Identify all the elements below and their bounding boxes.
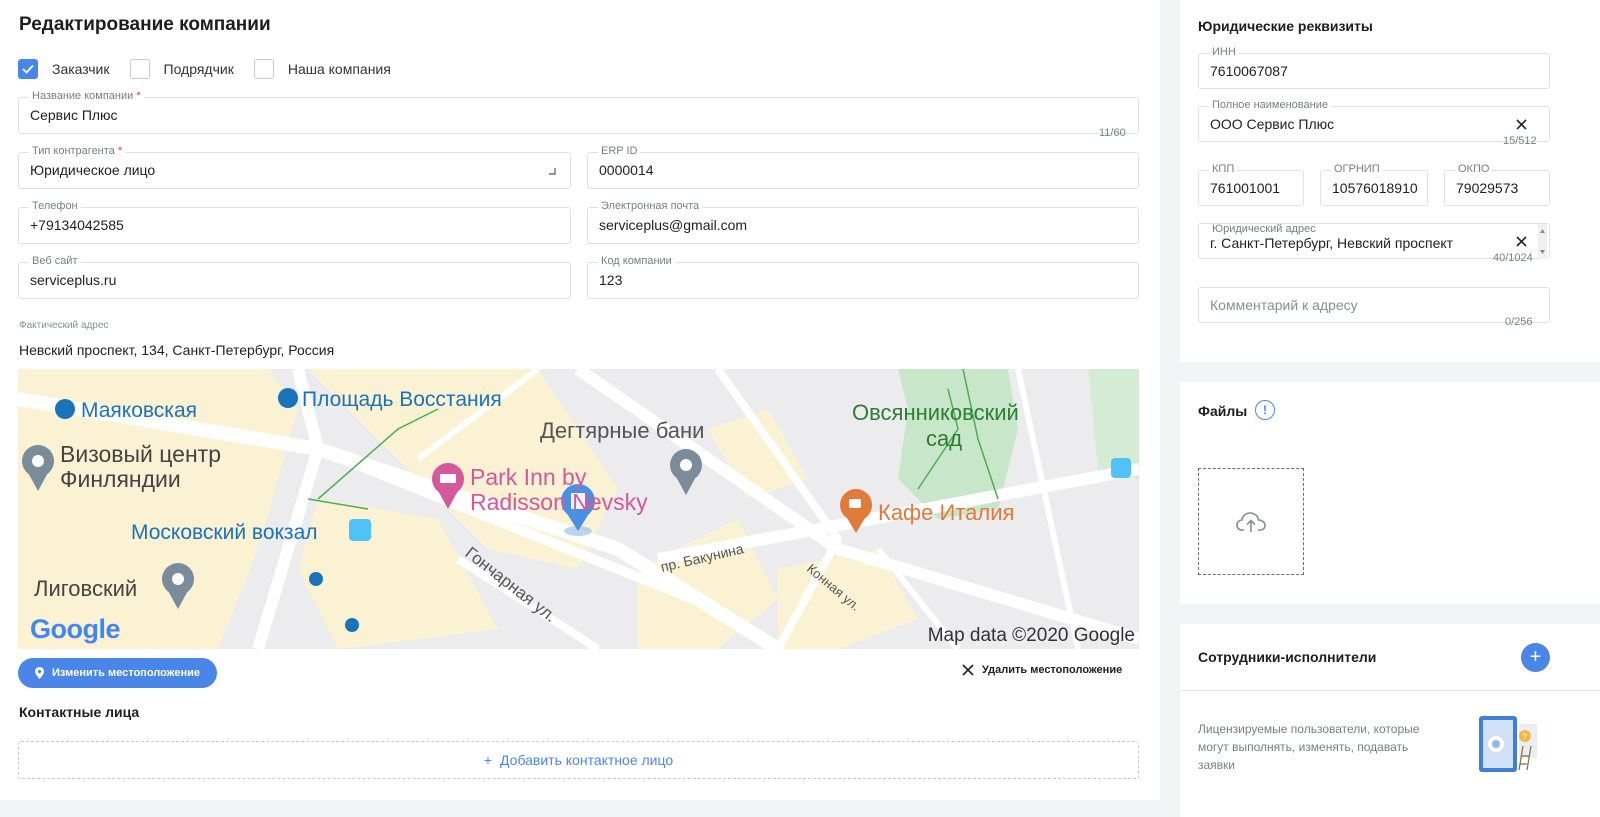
clear-full-name-icon[interactable] xyxy=(1516,119,1527,130)
clear-legal-address-icon[interactable] xyxy=(1516,236,1527,247)
staff-divider xyxy=(1180,690,1600,691)
legal-address-label: Юридический адрес xyxy=(1209,224,1319,235)
checkbox-customer-label[interactable]: Заказчик xyxy=(52,61,110,77)
google-logo: Google xyxy=(30,614,121,645)
address-comment-counter: 0/256 xyxy=(1505,316,1533,328)
inn-field[interactable]: ИНН 7610067087 xyxy=(1198,46,1550,89)
map-label-ligovsky: Лиговский xyxy=(34,576,137,601)
company-name-label: Название компании * xyxy=(29,90,144,102)
company-name-counter: 11/60 xyxy=(1099,127,1126,139)
map-label-mayak: Маяковская xyxy=(81,399,197,422)
phone-value: +79134042585 xyxy=(30,217,124,233)
close-icon xyxy=(962,664,974,676)
map-label-vizovy-2: Финляндии xyxy=(60,466,181,492)
location-pin-icon xyxy=(35,667,45,679)
contacts-title: Контактные лица xyxy=(19,704,140,720)
map-copyright: Map data ©2020 Google xyxy=(927,625,1135,646)
email-field[interactable]: Электронная почта serviceplus@gmail.com xyxy=(587,200,1139,244)
website-label: Веб сайт xyxy=(29,255,81,267)
full-name-value: ООО Сервис Плюс xyxy=(1210,116,1335,132)
erp-id-value: 0000014 xyxy=(599,162,654,178)
actual-address-caption: Фактический адрес xyxy=(19,320,109,331)
okpo-value: 79029573 xyxy=(1456,180,1519,196)
address-comment-field[interactable]: Комментарий к адресу xyxy=(1198,287,1550,323)
map-label-parkinn-1: Park Inn by xyxy=(470,464,587,490)
email-value: serviceplus@gmail.com xyxy=(599,217,748,233)
legal-address-scrollbar[interactable] xyxy=(1536,224,1548,259)
legal-address-counter: 40/1024 xyxy=(1493,252,1533,264)
map-canvas: Маяковская Площадь Восстания Дегтярные б… xyxy=(18,369,1139,649)
map-label-ovsyann-2: сад xyxy=(926,426,962,451)
change-location-label: Изменить местоположение xyxy=(52,667,200,679)
company-name-value: Сервис Плюс xyxy=(30,107,118,123)
map-label-ovsyann-1: Овсянниковский xyxy=(852,400,1019,425)
checkbox-contractor[interactable] xyxy=(129,59,150,79)
address-comment-placeholder: Комментарий к адресу xyxy=(1210,297,1358,313)
company-code-value: 123 xyxy=(599,272,623,288)
check-icon xyxy=(22,64,34,74)
add-contact-button[interactable]: + Добавить контактное лицо xyxy=(18,741,1139,779)
change-location-button[interactable]: Изменить местоположение xyxy=(18,658,217,688)
company-code-field[interactable]: Код компании 123 xyxy=(587,255,1139,299)
website-value: serviceplus.ru xyxy=(30,272,117,288)
email-label: Электронная почта xyxy=(598,200,703,212)
map-label-parkinn-2: Radisson Nevsky xyxy=(470,489,648,515)
staff-description: Лицензируемые пользователи, которые могу… xyxy=(1198,722,1420,772)
kpp-label: КПП xyxy=(1209,163,1238,175)
full-name-label: Полное наименование xyxy=(1209,99,1331,111)
phone-field[interactable]: Телефон +79134042585 xyxy=(18,200,571,244)
contractor-type-select[interactable]: Тип контрагента * Юридическое лицо xyxy=(18,145,571,189)
file-upload-dropzone[interactable] xyxy=(1198,468,1304,575)
svg-text:?: ? xyxy=(1522,732,1527,742)
ogrnip-value: 10576018910 xyxy=(1332,180,1418,196)
delete-location-button[interactable]: Удалить местоположение xyxy=(962,664,1122,676)
files-title: Файлы xyxy=(1198,403,1248,419)
full-name-counter: 15/512 xyxy=(1503,135,1537,147)
cloud-upload-icon xyxy=(1236,511,1266,532)
erp-id-field[interactable]: ERP ID 0000014 xyxy=(587,145,1139,189)
checkbox-our-company[interactable] xyxy=(253,59,274,79)
company-code-label: Код компании xyxy=(598,255,675,267)
plus-icon: + xyxy=(483,752,493,768)
map-label-degtyarnye: Дегтярные бани xyxy=(540,418,704,443)
map-label-kafe: Кафе Италия xyxy=(878,500,1014,525)
kpp-value: 761001001 xyxy=(1210,180,1281,196)
checkbox-customer[interactable] xyxy=(18,59,38,79)
page-title: Редактирование компании xyxy=(19,14,271,35)
contractor-type-value: Юридическое лицо xyxy=(30,162,156,178)
contractor-type-label: Тип контрагента * xyxy=(29,145,126,157)
legal-address-value: г. Санкт-Петербург, Невский проспект xyxy=(1210,235,1454,251)
checkbox-our-company-label[interactable]: Наша компания xyxy=(288,61,391,77)
role-checkboxes: Заказчик Подрядчик Наша компания xyxy=(18,59,411,79)
checkbox-contractor-label[interactable]: Подрядчик xyxy=(164,61,234,77)
kpp-field[interactable]: КПП 761001001 xyxy=(1198,163,1304,206)
staff-title: Сотрудники-исполнители xyxy=(1198,649,1377,665)
delete-location-label: Удалить местоположение xyxy=(982,664,1123,676)
add-staff-button[interactable]: + xyxy=(1521,643,1550,672)
ogrnip-field[interactable]: ОГРНИП 10576018910 xyxy=(1320,163,1428,206)
full-name-field[interactable]: Полное наименование ООО Сервис Плюс xyxy=(1198,99,1550,142)
staff-illustration: ? xyxy=(1479,716,1537,772)
okpo-field[interactable]: ОКПО 79029573 xyxy=(1444,163,1550,206)
actual-address-value: Невский проспект, 134, Санкт-Петербург, … xyxy=(19,342,335,358)
map-label-moskovsky: Московский вокзал xyxy=(131,521,318,544)
map-label-vizovy-1: Визовый центр xyxy=(60,441,221,467)
files-info-icon[interactable]: ! xyxy=(1255,400,1275,420)
google-logo-text: Google xyxy=(30,614,121,644)
website-field[interactable]: Веб сайт serviceplus.ru xyxy=(18,255,571,299)
ogrnip-label: ОГРНИП xyxy=(1331,163,1383,175)
map-label-vosstaniya: Площадь Восстания xyxy=(302,388,502,411)
phone-label: Телефон xyxy=(29,200,81,212)
location-map[interactable]: Маяковская Площадь Восстания Дегтярные б… xyxy=(18,369,1139,649)
dropdown-corner-icon xyxy=(549,168,556,175)
add-contact-label: Добавить контактное лицо xyxy=(500,752,674,768)
erp-id-label: ERP ID xyxy=(598,145,641,157)
okpo-label: ОКПО xyxy=(1455,163,1493,175)
company-name-field[interactable]: Название компании * Сервис Плюс xyxy=(18,90,1139,134)
inn-value: 7610067087 xyxy=(1210,63,1288,79)
inn-label: ИНН xyxy=(1209,46,1239,58)
legal-title: Юридические реквизиты xyxy=(1198,18,1373,34)
